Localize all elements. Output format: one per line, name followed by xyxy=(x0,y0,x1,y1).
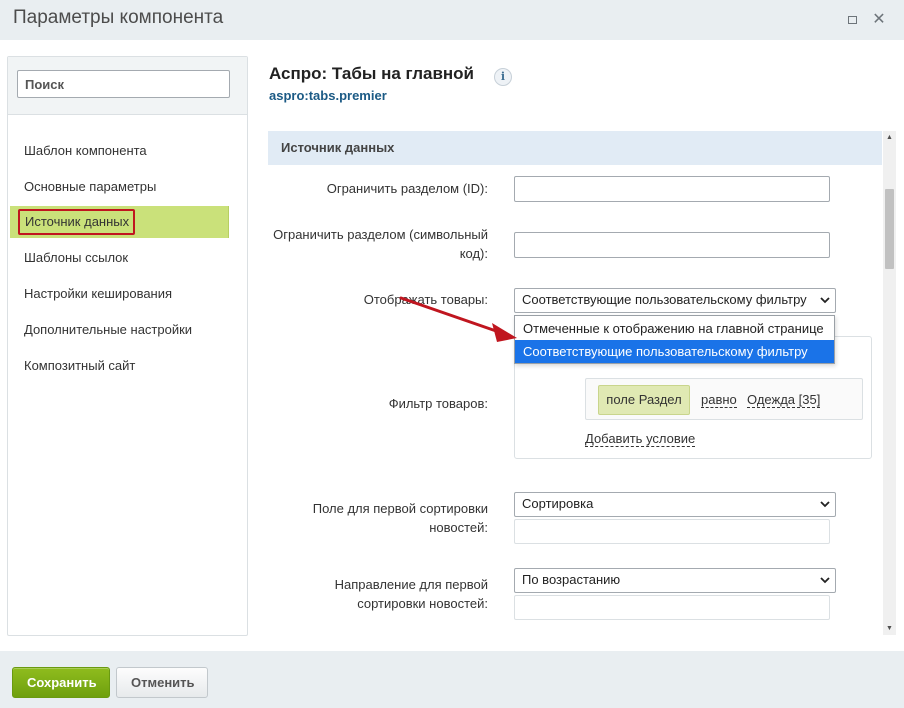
cancel-button[interactable]: Отменить xyxy=(116,667,208,698)
dialog-footer: Сохранить Отменить xyxy=(0,651,904,708)
display-products-dropdown: Отмеченные к отображению на главной стра… xyxy=(514,315,835,364)
section-id-label: Ограничить разделом (ID): xyxy=(326,181,488,196)
scroll-down-icon[interactable]: ▼ xyxy=(883,622,896,635)
filter-condition-operator[interactable]: равно xyxy=(701,392,737,408)
window-title: Параметры компонента xyxy=(13,7,224,28)
section-code-label: Ограничить разделом (символьный код): xyxy=(273,227,488,261)
filter-condition-value[interactable]: Одежда [35] xyxy=(747,392,821,408)
sidebar-item-label: Настройки кеширования xyxy=(24,286,173,301)
dropdown-option[interactable]: Отмеченные к отображению на главной стра… xyxy=(515,317,834,340)
dropdown-option-selected[interactable]: Соответствующие пользовательскому фильтр… xyxy=(515,340,834,363)
add-condition-link[interactable]: Добавить условие xyxy=(585,431,696,447)
sidebar-item-additional[interactable]: Дополнительные настройки xyxy=(10,314,229,346)
order1-custom-input[interactable] xyxy=(514,595,830,620)
sidebar-item-main-params[interactable]: Основные параметры xyxy=(10,171,229,203)
scrollbar[interactable]: ▲ ▼ xyxy=(883,131,896,635)
sort1-value: Сортировка xyxy=(522,496,594,511)
annotation-arrow-icon xyxy=(399,296,517,342)
sidebar-item-data-source[interactable]: Источник данных xyxy=(10,206,229,238)
info-icon[interactable]: i xyxy=(494,68,512,86)
sidebar-item-template[interactable]: Шаблон компонента xyxy=(10,135,229,167)
filter-condition-field[interactable]: поле Раздел xyxy=(598,385,690,415)
dialog-content: Шаблон компонента Основные параметры Ист… xyxy=(0,40,904,651)
sort1-label: Поле для первой сортировки новостей: xyxy=(312,501,488,535)
chevron-down-icon xyxy=(820,577,830,584)
sidebar-item-url-templates[interactable]: Шаблоны ссылок xyxy=(10,242,229,274)
sort1-custom-input[interactable] xyxy=(514,519,830,544)
filter-label: Фильтр товаров: xyxy=(388,396,488,411)
component-code: aspro:tabs.premier xyxy=(269,88,387,103)
display-products-select[interactable]: Соответствующие пользовательскому фильтр… xyxy=(514,288,836,313)
maximize-icon[interactable] xyxy=(844,12,860,28)
chevron-down-icon xyxy=(820,501,830,508)
order1-label: Направление для первой сортировки новост… xyxy=(334,577,488,611)
scroll-up-icon[interactable]: ▲ xyxy=(883,131,896,144)
scroll-thumb[interactable] xyxy=(885,189,894,269)
order1-select[interactable]: По возрастанию xyxy=(514,568,836,593)
save-button[interactable]: Сохранить xyxy=(12,667,110,698)
section-id-input[interactable] xyxy=(514,176,830,202)
search-input[interactable] xyxy=(17,70,230,98)
section-header: Источник данных xyxy=(268,131,882,165)
section-code-input[interactable] xyxy=(514,232,830,258)
display-products-value: Соответствующие пользовательскому фильтр… xyxy=(522,292,807,307)
order1-value: По возрастанию xyxy=(522,572,621,587)
sidebar-item-label: Дополнительные настройки xyxy=(24,322,193,337)
sidebar-search-area xyxy=(8,57,247,115)
sidebar-item-label: Источник данных xyxy=(18,209,136,235)
close-icon[interactable]: ✕ xyxy=(871,12,887,28)
component-title: Аспро: Табы на главной xyxy=(269,64,474,83)
sidebar-item-label: Шаблоны ссылок xyxy=(24,250,129,265)
sort1-select[interactable]: Сортировка xyxy=(514,492,836,517)
window-titlebar: Параметры компонента ✕ xyxy=(0,0,904,40)
sidebar-item-label: Основные параметры xyxy=(24,179,157,194)
sidebar-item-label: Композитный сайт xyxy=(24,358,136,373)
sidebar-item-composite[interactable]: Композитный сайт xyxy=(10,350,229,382)
sidebar-item-cache[interactable]: Настройки кеширования xyxy=(10,278,229,310)
sidebar-item-label: Шаблон компонента xyxy=(24,143,147,158)
chevron-down-icon xyxy=(820,297,830,304)
